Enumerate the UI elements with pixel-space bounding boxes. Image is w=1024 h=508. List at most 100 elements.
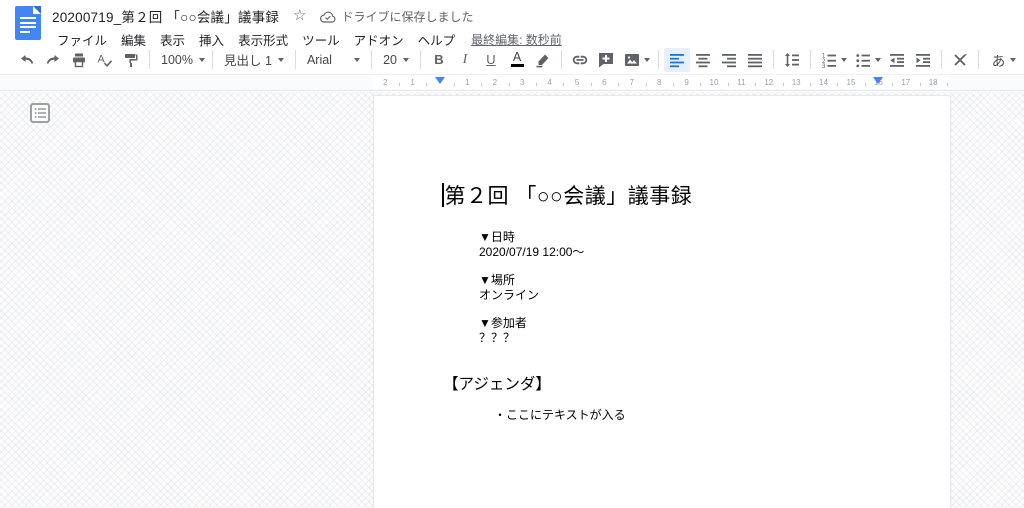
- ruler-tick: [673, 83, 674, 86]
- ruler-tick: [618, 83, 619, 86]
- print-icon: [70, 51, 88, 69]
- ruler-tick: [837, 83, 838, 86]
- chevron-down-icon: [403, 58, 409, 62]
- print-button[interactable]: [66, 48, 92, 72]
- numbered-list-button[interactable]: 1 2 3: [816, 48, 850, 72]
- document-page[interactable]: 第２回 「○○会議」議事録 ▼日時 2020/07/19 12:00〜 ▼場所 …: [373, 95, 951, 508]
- insert-link-button[interactable]: [567, 48, 593, 72]
- text-color-button[interactable]: A: [504, 48, 530, 72]
- redo-button[interactable]: [40, 48, 66, 72]
- toolbar-separator: [212, 50, 213, 69]
- font-size-select[interactable]: 20: [377, 48, 415, 72]
- italic-icon: I: [463, 52, 468, 68]
- paragraph-style-select[interactable]: 見出し 1: [218, 48, 290, 72]
- bulleted-list-button[interactable]: [850, 48, 884, 72]
- ruler-number: 6: [602, 78, 606, 87]
- align-right-button[interactable]: [716, 48, 742, 72]
- chevron-down-icon: [278, 58, 284, 62]
- comment-plus-icon: [597, 51, 615, 69]
- google-docs-logo-icon[interactable]: [15, 6, 41, 40]
- chevron-down-icon: [199, 58, 205, 62]
- increase-indent-button[interactable]: [910, 48, 936, 72]
- align-right-icon: [720, 51, 738, 69]
- underline-icon: U: [486, 52, 495, 67]
- agenda-heading[interactable]: 【アジェンダ】: [443, 372, 551, 394]
- bold-button[interactable]: B: [426, 48, 452, 72]
- justify-icon: [746, 51, 764, 69]
- ruler-number: 1: [465, 78, 469, 87]
- link-icon: [571, 51, 589, 69]
- save-status[interactable]: ドライブに保存しました: [320, 8, 473, 25]
- insert-image-button[interactable]: [619, 48, 653, 72]
- highlight-color-button[interactable]: [530, 48, 556, 72]
- font-family-value: Arial: [307, 53, 332, 67]
- section-value[interactable]: ？？？: [479, 331, 584, 346]
- ruler-number: 2: [383, 78, 387, 87]
- star-icon[interactable]: ☆: [293, 8, 306, 24]
- toolbar-separator: [658, 50, 659, 69]
- show-outline-button[interactable]: [30, 103, 50, 123]
- document-heading[interactable]: 第２回 「○○会議」議事録: [442, 180, 692, 210]
- paint-format-button[interactable]: [118, 48, 144, 72]
- underline-button[interactable]: U: [478, 48, 504, 72]
- line-spacing-button[interactable]: [779, 48, 805, 72]
- paragraph-style-value: 見出し 1: [224, 50, 272, 69]
- section-datetime[interactable]: ▼日時 2020/07/19 12:00〜: [479, 230, 584, 260]
- ruler-tick: [481, 83, 482, 86]
- toolbar-separator: [420, 50, 421, 69]
- chevron-down-icon: [841, 58, 847, 62]
- right-indent-marker[interactable]: [873, 77, 883, 84]
- toolbar-separator: [773, 50, 774, 69]
- section-value[interactable]: オンライン: [479, 288, 584, 303]
- add-comment-button[interactable]: [593, 48, 619, 72]
- font-family-select[interactable]: Arial: [301, 48, 366, 72]
- section-label[interactable]: ▼場所: [479, 273, 584, 288]
- ruler-number: 14: [819, 78, 828, 87]
- document-title-input[interactable]: 20200719_第２回 「○○会議」議事録: [52, 6, 279, 26]
- ruler-tick: [865, 83, 866, 86]
- italic-button[interactable]: I: [452, 48, 478, 72]
- justify-button[interactable]: [742, 48, 768, 72]
- spell-check-button[interactable]: A: [92, 48, 118, 72]
- chevron-down-icon: [1010, 58, 1016, 62]
- clear-formatting-icon: [951, 51, 969, 69]
- clear-formatting-button[interactable]: [947, 48, 973, 72]
- section-label[interactable]: ▼参加者: [479, 316, 584, 331]
- ruler-number: 5: [575, 78, 579, 87]
- ruler[interactable]: 21123456789101112131415161718: [0, 74, 1024, 91]
- agenda-item[interactable]: ・ここにテキストが入る: [494, 406, 626, 423]
- ruler-number: 17: [901, 78, 910, 87]
- section-value[interactable]: 2020/07/19 12:00〜: [479, 245, 584, 260]
- align-center-icon: [694, 51, 712, 69]
- ruler-tick: [646, 83, 647, 86]
- zoom-select[interactable]: 100%: [155, 48, 207, 72]
- meta-sections[interactable]: ▼日時 2020/07/19 12:00〜 ▼場所 オンライン ▼参加者 ？？？: [479, 230, 584, 359]
- undo-button[interactable]: [14, 48, 40, 72]
- text-color-icon: A: [511, 52, 524, 67]
- ruler-number: 8: [657, 78, 661, 87]
- align-left-button[interactable]: [664, 48, 690, 72]
- spell-check-icon: A: [96, 51, 114, 69]
- section-attendees[interactable]: ▼参加者 ？？？: [479, 316, 584, 346]
- highlighter-icon: [534, 51, 552, 69]
- ruler-number: 12: [764, 78, 773, 87]
- toolbar-separator: [810, 50, 811, 69]
- decrease-indent-button[interactable]: [884, 48, 910, 72]
- align-center-button[interactable]: [690, 48, 716, 72]
- redo-icon: [44, 51, 62, 69]
- cloud-check-icon: [320, 10, 336, 23]
- numbered-list-icon: 1 2 3: [820, 51, 838, 69]
- ruler-tick: [810, 83, 811, 86]
- toolbar-separator: [978, 50, 979, 69]
- ruler-number: 11: [737, 78, 745, 87]
- section-place[interactable]: ▼場所 オンライン: [479, 273, 584, 303]
- ruler-tick: [563, 83, 564, 86]
- section-label[interactable]: ▼日時: [479, 230, 584, 245]
- bulleted-list-icon: [854, 51, 872, 69]
- chevron-down-icon: [354, 58, 360, 62]
- left-indent-marker[interactable]: [435, 77, 445, 84]
- input-tools-button[interactable]: あ: [984, 48, 1024, 72]
- input-tools-icon: あ: [992, 50, 1006, 70]
- chevron-down-icon: [875, 58, 881, 62]
- ruler-number: 2: [493, 78, 497, 87]
